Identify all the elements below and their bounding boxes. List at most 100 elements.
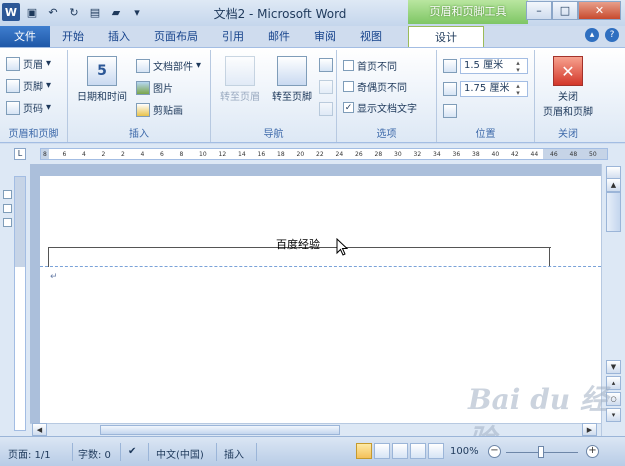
undo-icon[interactable]: ↶ (44, 3, 62, 21)
new-document-icon[interactable]: ▤ (86, 3, 104, 21)
checkbox-checked: ✓ (343, 102, 354, 113)
go-to-header-button[interactable]: 转至页眉 (215, 56, 265, 103)
ruler-number: 50 (589, 151, 597, 158)
ruler-number: 38 (472, 151, 480, 158)
ruler-number: 40 (491, 151, 500, 158)
close-header-footer-button[interactable]: ✕ 关闭 页眉和页脚 (537, 56, 599, 118)
picture-button[interactable]: 图片 (136, 80, 173, 95)
maximize-button[interactable]: □ (552, 1, 578, 20)
footer-button[interactable]: 页脚 ▾ (6, 78, 51, 93)
page-count[interactable]: 页面: 1/1 (8, 446, 51, 461)
show-document-text-checkbox[interactable]: ✓ 显示文档文字 (343, 100, 417, 115)
proofing-icon[interactable]: ✔ (128, 446, 136, 457)
tab-review[interactable]: 审阅 (302, 26, 348, 47)
scroll-thumb[interactable] (606, 192, 621, 232)
previous-section-icon[interactable] (319, 58, 333, 72)
ruler-number: 18 (277, 151, 285, 158)
zoom-level[interactable]: 100% (450, 446, 479, 457)
group-label-position: 位置 (475, 129, 496, 140)
tab-references[interactable]: 引用 (210, 26, 256, 47)
ruler-number: 6 (62, 151, 67, 158)
draft-view-button[interactable] (428, 443, 444, 459)
scroll-up-button[interactable]: ▲ (606, 178, 621, 192)
tab-view[interactable]: 视图 (348, 26, 394, 47)
header-position-icon (443, 59, 457, 73)
help-icon[interactable]: ? (605, 28, 619, 42)
ruler-strip[interactable]: 8 6 4 2 2 4 6 8 10 12 14 16 18 20 22 24 26 28 30 32 34 36 38 40… (40, 148, 608, 160)
quick-access-toolbar: W ▣ ↶ ↻ ▤ ▰ ▾ (2, 3, 146, 21)
group-label-navigation: 导航 (263, 129, 284, 140)
footer-icon (6, 78, 20, 93)
mouse-pointer-icon (336, 238, 348, 256)
header-icon (6, 56, 20, 71)
link-to-previous-icon[interactable] (319, 102, 333, 116)
date-time-button[interactable]: 5 日期和时间 (72, 56, 132, 103)
tab-insert[interactable]: 插入 (96, 26, 142, 47)
minimize-button[interactable]: – (526, 1, 552, 20)
print-layout-view-button[interactable] (356, 443, 372, 459)
footer-from-bottom-input[interactable]: 1.75 厘米 (460, 81, 528, 97)
ruler-number: 22 (316, 151, 324, 158)
tab-selector-button[interactable]: L (14, 148, 26, 160)
header-button[interactable]: 页眉 ▾ (6, 56, 51, 71)
picture-icon (136, 80, 150, 95)
close-window-button[interactable]: ✕ (578, 1, 621, 20)
ruler-number: 46 (550, 151, 558, 158)
open-folder-icon[interactable]: ▰ (107, 3, 125, 21)
clip-art-button[interactable]: 剪贴画 (136, 102, 183, 117)
insert-alignment-tab-icon[interactable] (443, 104, 457, 118)
header-from-top-control: 1.5 厘米 (443, 58, 528, 74)
zoom-slider-knob[interactable] (538, 446, 544, 458)
title-bar: W ▣ ↶ ↻ ▤ ▰ ▾ 文档2 - Microsoft Word 页眉和页脚… (0, 0, 625, 26)
view-toggle-icon[interactable] (3, 218, 12, 227)
tab-mailings[interactable]: 邮件 (256, 26, 302, 47)
zoom-out-button[interactable]: − (488, 445, 501, 458)
ribbon-tab-icons: ▴ ? (585, 28, 619, 42)
different-odd-even-checkbox[interactable]: 奇偶页不同 (343, 79, 407, 94)
tab-page-layout[interactable]: 页面布局 (142, 26, 210, 47)
view-toggle-icon[interactable] (3, 190, 12, 199)
ruler-number: 12 (218, 151, 227, 158)
scroll-down-button[interactable]: ▼ (606, 360, 621, 374)
group-insert: 5 日期和时间 文档部件 ▾ 图片 剪贴画 插入 (68, 50, 211, 142)
footer-from-bottom-control: 1.75 厘米 (443, 81, 528, 97)
language-status[interactable]: 中文(中国) (156, 446, 204, 461)
ruler-number: 8 (43, 151, 47, 158)
save-icon[interactable]: ▣ (23, 3, 41, 21)
redo-icon[interactable]: ↻ (65, 3, 83, 21)
minimize-ribbon-icon[interactable]: ▴ (585, 28, 599, 42)
chevron-down-icon: ▾ (196, 60, 202, 71)
tab-design[interactable]: 设计 (408, 26, 484, 47)
customize-toolbar-icon[interactable]: ▾ (128, 3, 146, 21)
outline-view-button[interactable] (410, 443, 426, 459)
ruler-number: 4 (82, 151, 86, 158)
scroll-left-button[interactable]: ◀ (32, 423, 47, 436)
page-number-button[interactable]: 页码 ▾ (6, 100, 51, 115)
horizontal-ruler: L 8 6 4 2 2 4 6 8 10 12 14 16 18 20 22 24 26 28 30 32 34 36 38… (0, 144, 625, 164)
tab-home[interactable]: 开始 (50, 26, 96, 47)
group-close: ✕ 关闭 页眉和页脚 关闭 (535, 50, 601, 142)
footer-position-icon (443, 82, 457, 96)
word-app-icon[interactable]: W (2, 3, 20, 21)
header-from-top-input[interactable]: 1.5 厘米 (460, 58, 528, 74)
ruler-number: 36 (452, 151, 461, 158)
insert-mode-status[interactable]: 插入 (224, 446, 244, 461)
header-boundary-line (40, 266, 601, 267)
document-parts-button[interactable]: 文档部件 ▾ (136, 58, 201, 73)
header-text[interactable]: 百度经验 (276, 236, 320, 252)
zoom-in-button[interactable]: + (586, 445, 599, 458)
go-to-footer-button[interactable]: 转至页脚 (267, 56, 317, 103)
tab-file[interactable]: 文件 (0, 26, 50, 47)
ruler-number: 10 (199, 151, 207, 158)
ruler-number: 48 (569, 151, 578, 158)
horizontal-scroll-thumb[interactable] (100, 425, 340, 435)
word-count[interactable]: 字数: 0 (78, 446, 111, 461)
page-number-icon (6, 100, 20, 115)
view-toggle-icon[interactable] (3, 204, 12, 213)
different-first-page-checkbox[interactable]: 首页不同 (343, 58, 397, 73)
web-layout-view-button[interactable] (392, 443, 408, 459)
full-screen-reading-view-button[interactable] (374, 443, 390, 459)
next-section-icon[interactable] (319, 80, 333, 94)
vertical-ruler[interactable] (14, 176, 26, 431)
ruler-number: 6 (160, 151, 164, 158)
